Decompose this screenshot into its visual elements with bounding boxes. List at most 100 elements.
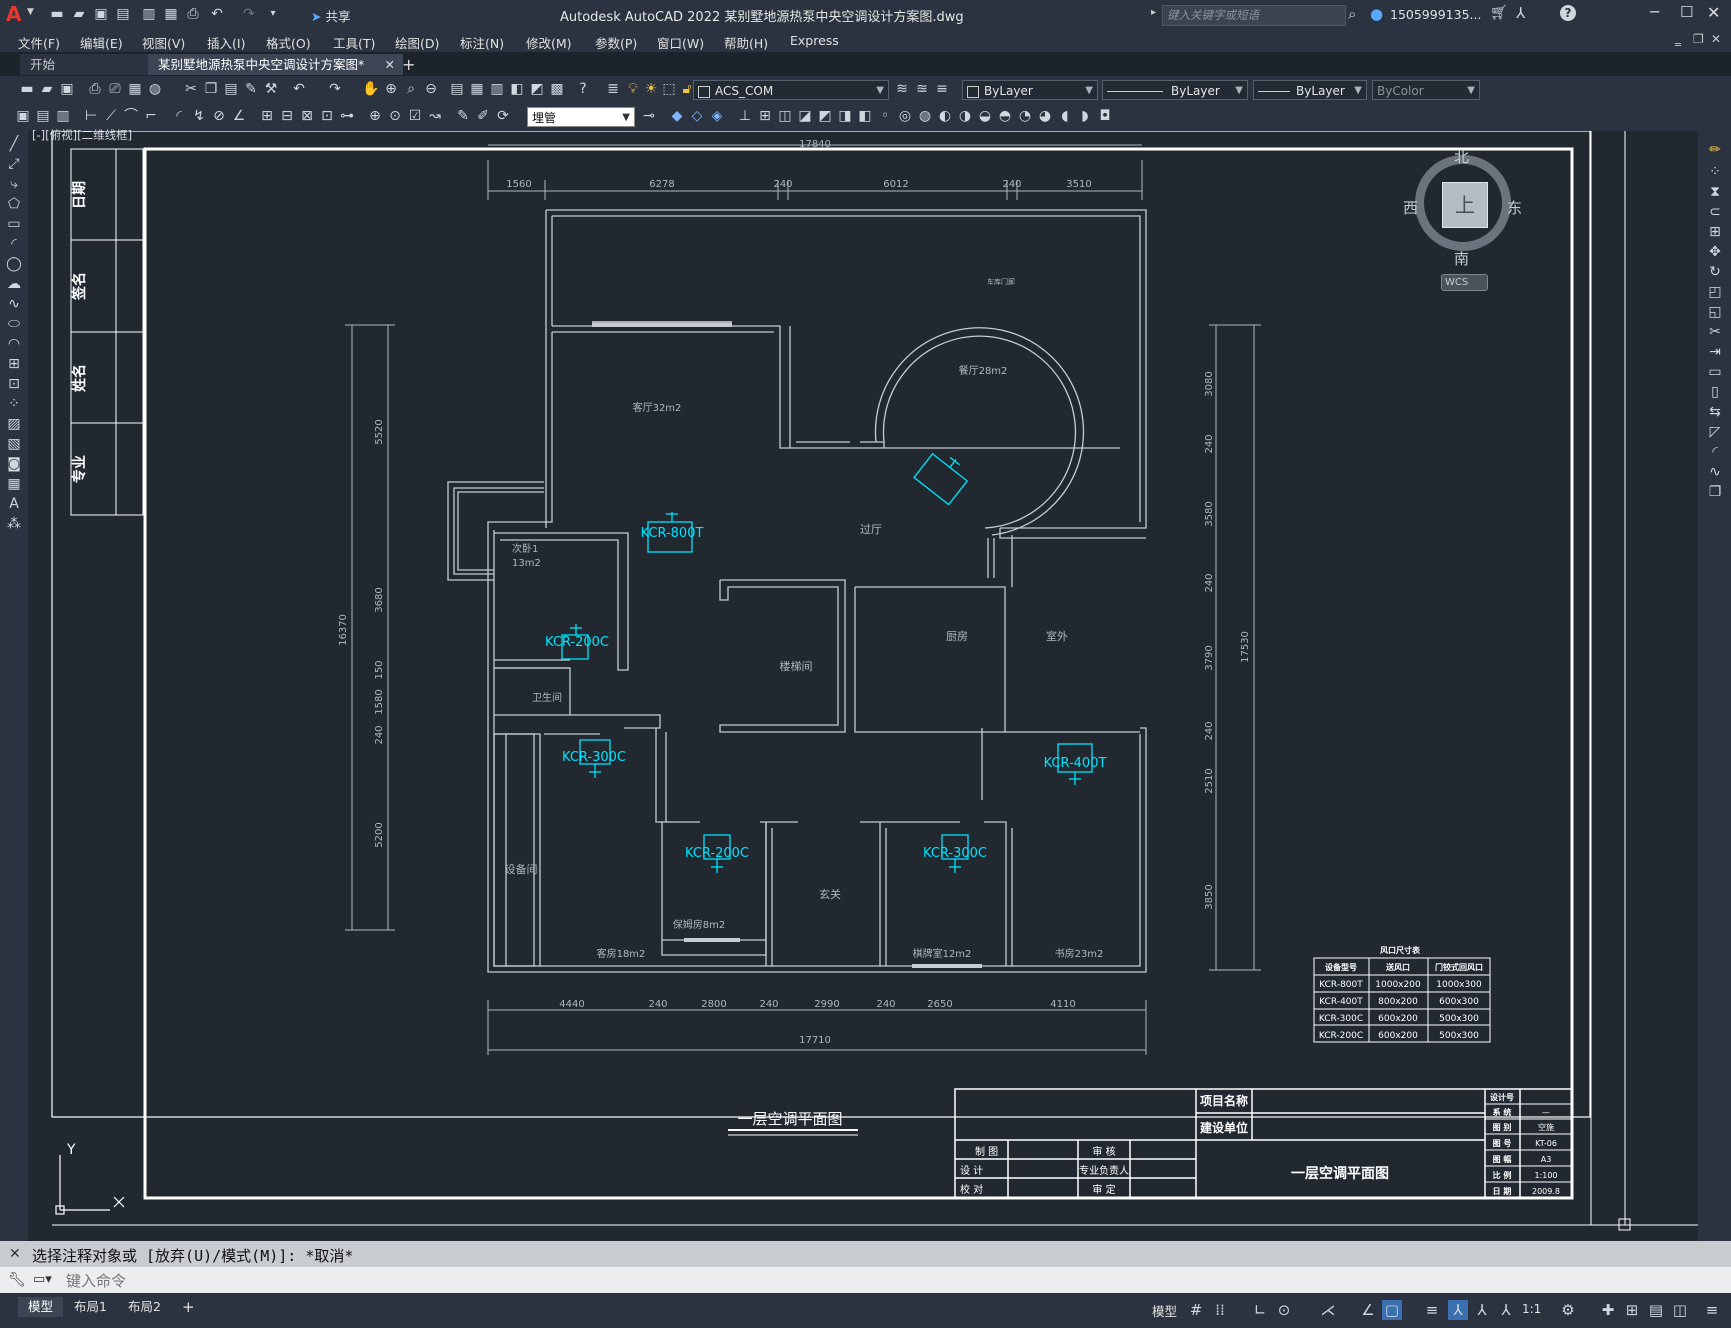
circle-icon[interactable]: ◯ (5, 255, 23, 273)
customize-qat-icon[interactable]: ▾ (264, 5, 282, 23)
ucs-icon[interactable]: ⊥ (736, 107, 754, 125)
toolbar-b-icon[interactable]: ▤ (34, 107, 52, 125)
layout-tab-2[interactable]: 布局2 (118, 1297, 171, 1317)
hardware-accel-icon[interactable]: ◫ (1670, 1300, 1690, 1320)
minimize-window-icon[interactable]: ─ (1650, 3, 1659, 21)
ucs-zaxis-icon[interactable]: ◦ (876, 107, 894, 125)
model-space-canvas[interactable]: [-][俯视][二维线框] 日期 签名 姓名 专业 17840 1560 627… (28, 128, 1698, 1241)
point-icon[interactable]: ⁘ (5, 395, 23, 413)
doc-close-icon[interactable]: ✕ (1711, 32, 1721, 46)
menu-help[interactable]: 帮助(H) (724, 33, 768, 52)
open-file-icon[interactable]: ▰ (70, 5, 88, 23)
save-as-icon[interactable]: ▤ (114, 5, 132, 23)
paste-icon[interactable]: ▤ (222, 80, 240, 98)
layout-tab-1[interactable]: 布局1 (64, 1297, 117, 1317)
qnew-icon[interactable]: ▬ (18, 80, 36, 98)
center-mark-icon[interactable]: ⊙ (386, 107, 404, 125)
menu-modify[interactable]: 修改(M) (526, 33, 572, 52)
annotation-monitor-icon[interactable]: ✚ (1598, 1300, 1618, 1320)
move-icon[interactable]: ✥ (1706, 243, 1724, 261)
polyline-icon[interactable]: ⤷ (5, 175, 23, 193)
dim-style-dropdown[interactable]: 埋管 ▼ (527, 107, 635, 127)
doc-minimize-icon[interactable]: ‗ (1675, 32, 1681, 46)
continue-dim-icon[interactable]: ⊠ (298, 107, 316, 125)
insert-block-icon[interactable]: ⊞ (5, 355, 23, 373)
match-prop-icon[interactable]: ✎ (242, 80, 260, 98)
polygon-icon[interactable]: ⬠ (5, 195, 23, 213)
copy-object-icon[interactable]: ⁘ (1706, 163, 1724, 181)
render-j-icon[interactable]: ◘ (1096, 107, 1114, 125)
make-current-layer-icon[interactable]: ≋ (893, 80, 911, 98)
new-tab-button[interactable]: + (392, 54, 425, 75)
close-window-icon[interactable]: ✕ (1707, 3, 1720, 22)
user-icon[interactable]: ● (1370, 5, 1383, 23)
ucs-world-icon[interactable]: ⊞ (756, 107, 774, 125)
scale-icon[interactable]: ◰ (1706, 283, 1724, 301)
render-g-icon[interactable]: ◕ (1036, 107, 1054, 125)
calculator-icon[interactable]: ▩ (548, 80, 566, 98)
command-close-icon[interactable]: ✕ (9, 1246, 21, 1262)
angular-dim-icon[interactable]: ∠ (230, 107, 248, 125)
view-left-icon[interactable]: ◈ (708, 107, 726, 125)
user-name[interactable]: 1505999135... (1390, 7, 1481, 22)
render-a-icon[interactable]: ◍ (916, 107, 934, 125)
polar-icon[interactable]: ⊙ (1274, 1300, 1294, 1320)
undo-toolbar-icon[interactable]: ↶ (290, 80, 308, 98)
spline-icon[interactable]: ∿ (5, 295, 23, 313)
layer-states-icon[interactable]: ≡ (933, 80, 951, 98)
publish-icon[interactable]: ▦ (126, 80, 144, 98)
render-d-icon[interactable]: ◒ (976, 107, 994, 125)
ortho-icon[interactable]: ∟ (1250, 1300, 1270, 1320)
ordinate-dim-icon[interactable]: ⌐ (142, 107, 160, 125)
hatch-icon[interactable]: ▨ (5, 415, 23, 433)
revcloud-icon[interactable]: ☁︎ (5, 275, 23, 293)
units-icon[interactable]: ⊞ (1622, 1300, 1642, 1320)
gradient-icon[interactable]: ▧ (5, 435, 23, 453)
ucs-prev-icon[interactable]: ◫ (776, 107, 794, 125)
view-back-icon[interactable]: ◇ (688, 107, 706, 125)
lineweight-icon[interactable]: ≡ (1422, 1300, 1442, 1320)
render-i-icon[interactable]: ◗ (1076, 107, 1094, 125)
menu-window[interactable]: 窗口(W) (657, 33, 704, 52)
view-front-icon[interactable]: ◆ (668, 107, 686, 125)
properties-icon[interactable]: ▤ (448, 80, 466, 98)
cart-icon[interactable]: 🛒︎ (1490, 5, 1508, 21)
trim-icon[interactable]: ✂ (1706, 323, 1724, 341)
open-icon[interactable]: ▰ (38, 80, 56, 98)
maximize-window-icon[interactable]: ☐ (1680, 3, 1693, 21)
color-dropdown[interactable]: ByLayer ▼ (962, 80, 1098, 100)
dim-text-edit-icon[interactable]: ✐ (474, 107, 492, 125)
ellipse-icon[interactable]: ⬭ (5, 315, 23, 333)
pan-icon[interactable]: ✋ (362, 80, 380, 98)
add-selected-icon[interactable]: ⁂ (5, 515, 23, 533)
table-icon[interactable]: ▦ (5, 475, 23, 493)
ellipse-arc-icon[interactable]: ◠ (5, 335, 23, 353)
osnap-tracking-icon[interactable]: ∠ (1358, 1300, 1378, 1320)
render-h-icon[interactable]: ◖ (1056, 107, 1074, 125)
share-button[interactable]: ➤ 共享 (311, 6, 350, 25)
toolbar-a-icon[interactable]: ▣ (14, 107, 32, 125)
plotstyle-dropdown[interactable]: ByColor ▼ (1372, 80, 1480, 100)
tolerance-icon[interactable]: ⊕ (366, 107, 384, 125)
cut-icon[interactable]: ✂ (182, 80, 200, 98)
menu-view[interactable]: 视图(V) (142, 33, 185, 52)
toolbar-c-icon[interactable]: ▥ (54, 107, 72, 125)
erase-icon[interactable]: ✏︎ (1706, 141, 1724, 159)
logo-dropdown-icon[interactable]: ▼ (27, 7, 34, 17)
menu-file[interactable]: 文件(F) (18, 33, 60, 52)
plot-preview-icon[interactable]: ⎚ (106, 80, 124, 98)
menu-express[interactable]: Express (790, 33, 839, 48)
join-icon[interactable]: ⇆ (1706, 403, 1724, 421)
rotate-icon[interactable]: ↻ (1706, 263, 1724, 281)
construction-line-icon[interactable]: ⤢ (5, 155, 23, 173)
search-input[interactable]: 键入关键字或短语 (1162, 5, 1346, 26)
3d-print-icon[interactable]: ◍ (146, 80, 164, 98)
tab-start[interactable]: 开始 (20, 54, 158, 75)
dim-edit-icon[interactable]: ✎ (454, 107, 472, 125)
save-toolbar-icon[interactable]: ▣ (58, 80, 76, 98)
arc-icon[interactable]: ◜ (5, 235, 23, 253)
help-toolbar-icon[interactable]: ? (574, 80, 592, 98)
isodraft-icon[interactable]: ⋌ (1318, 1300, 1338, 1320)
dim-update-icon[interactable]: ⟳ (494, 107, 512, 125)
fillet-icon[interactable]: ◜ (1706, 443, 1724, 461)
